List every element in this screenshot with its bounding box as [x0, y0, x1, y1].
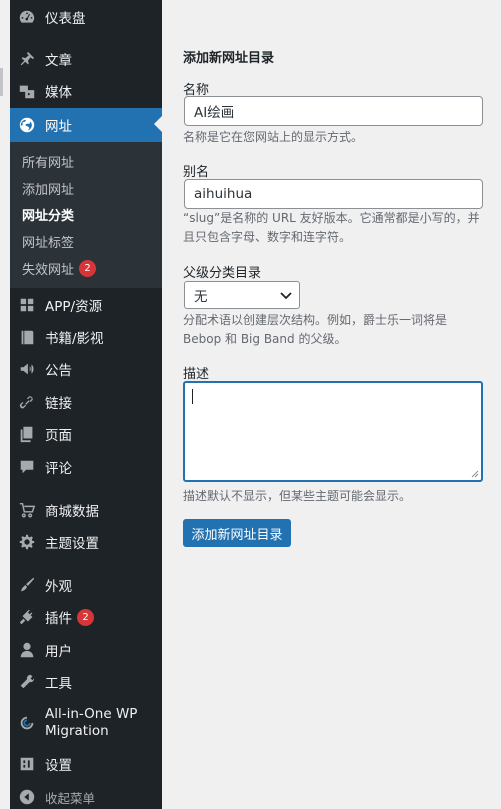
wrench-icon [17, 672, 37, 692]
slug-input[interactable]: aihuihua [184, 179, 483, 209]
submenu-dead-links-label: 失效网址 [22, 262, 75, 278]
form-title: 添加新网址目录 [183, 51, 275, 66]
menu-dashboard[interactable]: 仪表盘 [10, 1, 162, 33]
parent-select-value: 无 [194, 289, 208, 305]
menu-media-label: 媒体 [45, 85, 72, 101]
gear-icon [17, 532, 37, 552]
plugins-update-badge: 2 [77, 608, 94, 626]
migration-label-line2: Migration [45, 723, 109, 739]
description-help: 描述默认不显示，但某些主题可能会显示。 [183, 489, 412, 503]
menu-all-in-one-migration-label: All-in-One WP Migration [45, 706, 137, 740]
left-edge [0, 0, 10, 809]
menu-appearance[interactable]: 外观 [10, 569, 162, 601]
resize-grip-icon[interactable] [471, 470, 479, 478]
parent-select[interactable]: 无 [184, 281, 300, 309]
link-icon [17, 392, 37, 412]
sites-submenu: 所有网址 添加网址 网址分类 网址标签 失效网址 2 [10, 142, 162, 288]
menu-apps[interactable]: APP/资源 [10, 289, 162, 321]
comment-icon [17, 457, 37, 477]
submenu-site-categories-label: 网址分类 [22, 208, 75, 224]
plugin-icon [17, 607, 37, 627]
menu-settings-label: 设置 [45, 758, 72, 774]
pin-icon [17, 49, 37, 69]
text-caret [192, 389, 193, 404]
menu-pages-label: 页面 [45, 428, 72, 444]
menu-links[interactable]: 链接 [10, 386, 162, 418]
menu-theme-settings-label: 主题设置 [45, 536, 99, 552]
submenu-site-categories[interactable]: 网址分类 [22, 204, 74, 224]
collapse-menu-button[interactable]: 收起菜单 [10, 781, 162, 809]
menu-tools-label: 工具 [45, 676, 72, 692]
chevron-down-icon [280, 292, 292, 300]
slug-label: 别名 [183, 165, 210, 180]
menu-posts-label: 文章 [45, 53, 72, 69]
grid-icon [17, 295, 37, 315]
menu-shop-data[interactable]: 商城数据 [10, 494, 162, 526]
menu-books[interactable]: 书籍/影视 [10, 321, 162, 353]
slug-description-line2: 且只包含字母、数字和连字符。 [183, 230, 352, 244]
menu-media[interactable]: 媒体 [10, 75, 162, 107]
submenu-all-sites-label: 所有网址 [22, 155, 75, 171]
globe-icon [17, 115, 37, 135]
menu-comments-label: 评论 [45, 461, 72, 477]
menu-sites[interactable]: 网址 [10, 108, 162, 142]
book-icon [17, 327, 37, 347]
collapse-menu-label: 收起菜单 [45, 790, 96, 806]
megaphone-icon [17, 359, 37, 379]
menu-books-label: 书籍/影视 [45, 331, 104, 347]
menu-tools[interactable]: 工具 [10, 666, 162, 698]
parent-description-line2: Bebop 和 Big Band 的父级。 [183, 332, 347, 346]
parent-description: 分配术语以创建层次结构。例如，爵士乐一词将是 Bebop 和 Big Band 的… [183, 311, 483, 349]
parent-description-line1: 分配术语以创建层次结构。例如，爵士乐一词将是 [183, 313, 448, 327]
menu-plugins[interactable]: 插件 2 [10, 601, 162, 633]
edge-marker [0, 68, 3, 96]
slug-description-line1: “slug”是名称的 URL 友好版本。它通常都是小写的，并 [183, 211, 480, 225]
menu-shop-data-label: 商城数据 [45, 504, 99, 520]
menu-links-label: 链接 [45, 396, 72, 412]
submenu-all-sites[interactable]: 所有网址 [22, 151, 74, 171]
settings-icon [17, 754, 37, 774]
menu-all-in-one-migration[interactable]: All-in-One WP Migration [10, 705, 162, 741]
dashboard-icon [17, 7, 37, 27]
menu-announcements[interactable]: 公告 [10, 353, 162, 385]
media-icon [17, 81, 37, 101]
migration-icon [17, 713, 37, 733]
menu-appearance-label: 外观 [45, 579, 72, 595]
menu-posts[interactable]: 文章 [10, 43, 162, 75]
migration-label-line1: All-in-One WP [45, 706, 138, 722]
brush-icon [17, 575, 37, 595]
menu-apps-label: APP/资源 [45, 299, 103, 315]
menu-users[interactable]: 用户 [10, 634, 162, 666]
menu-plugins-label: 插件 [45, 611, 72, 627]
submenu-site-tags[interactable]: 网址标签 [22, 231, 74, 251]
submenu-dead-links[interactable]: 失效网址 2 [22, 258, 97, 278]
menu-announcements-label: 公告 [45, 363, 72, 379]
submenu-site-tags-label: 网址标签 [22, 235, 75, 251]
parent-label: 父级分类目录 [183, 266, 262, 281]
collapse-icon [17, 787, 37, 807]
admin-sidebar: 仪表盘 文章 媒体 网址 所有网址 添加网址 网址分类 网址标签 失效网址 2 A… [10, 0, 162, 809]
submenu-add-site-label: 添加网址 [22, 182, 75, 198]
menu-dashboard-label: 仪表盘 [45, 11, 86, 27]
description-label: 描述 [183, 367, 210, 382]
slug-description: “slug”是名称的 URL 友好版本。它通常都是小写的，并 且只包含字母、数字和… [183, 209, 483, 247]
description-textarea[interactable] [183, 381, 483, 482]
menu-users-label: 用户 [45, 644, 72, 660]
menu-sites-label: 网址 [45, 119, 72, 135]
menu-settings[interactable]: 设置 [10, 748, 162, 780]
dead-links-count-badge: 2 [79, 259, 97, 277]
name-input[interactable]: AI绘画 [184, 96, 483, 126]
menu-pages[interactable]: 页面 [10, 418, 162, 450]
cart-icon [17, 500, 37, 520]
menu-theme-settings[interactable]: 主题设置 [10, 526, 162, 558]
user-icon [17, 640, 37, 660]
name-description: 名称是它在您网站上的显示方式。 [183, 130, 364, 144]
page-icon [17, 424, 37, 444]
menu-comments[interactable]: 评论 [10, 451, 162, 483]
add-category-submit-button[interactable]: 添加新网址目录 [183, 519, 291, 547]
submenu-add-site[interactable]: 添加网址 [22, 178, 74, 198]
